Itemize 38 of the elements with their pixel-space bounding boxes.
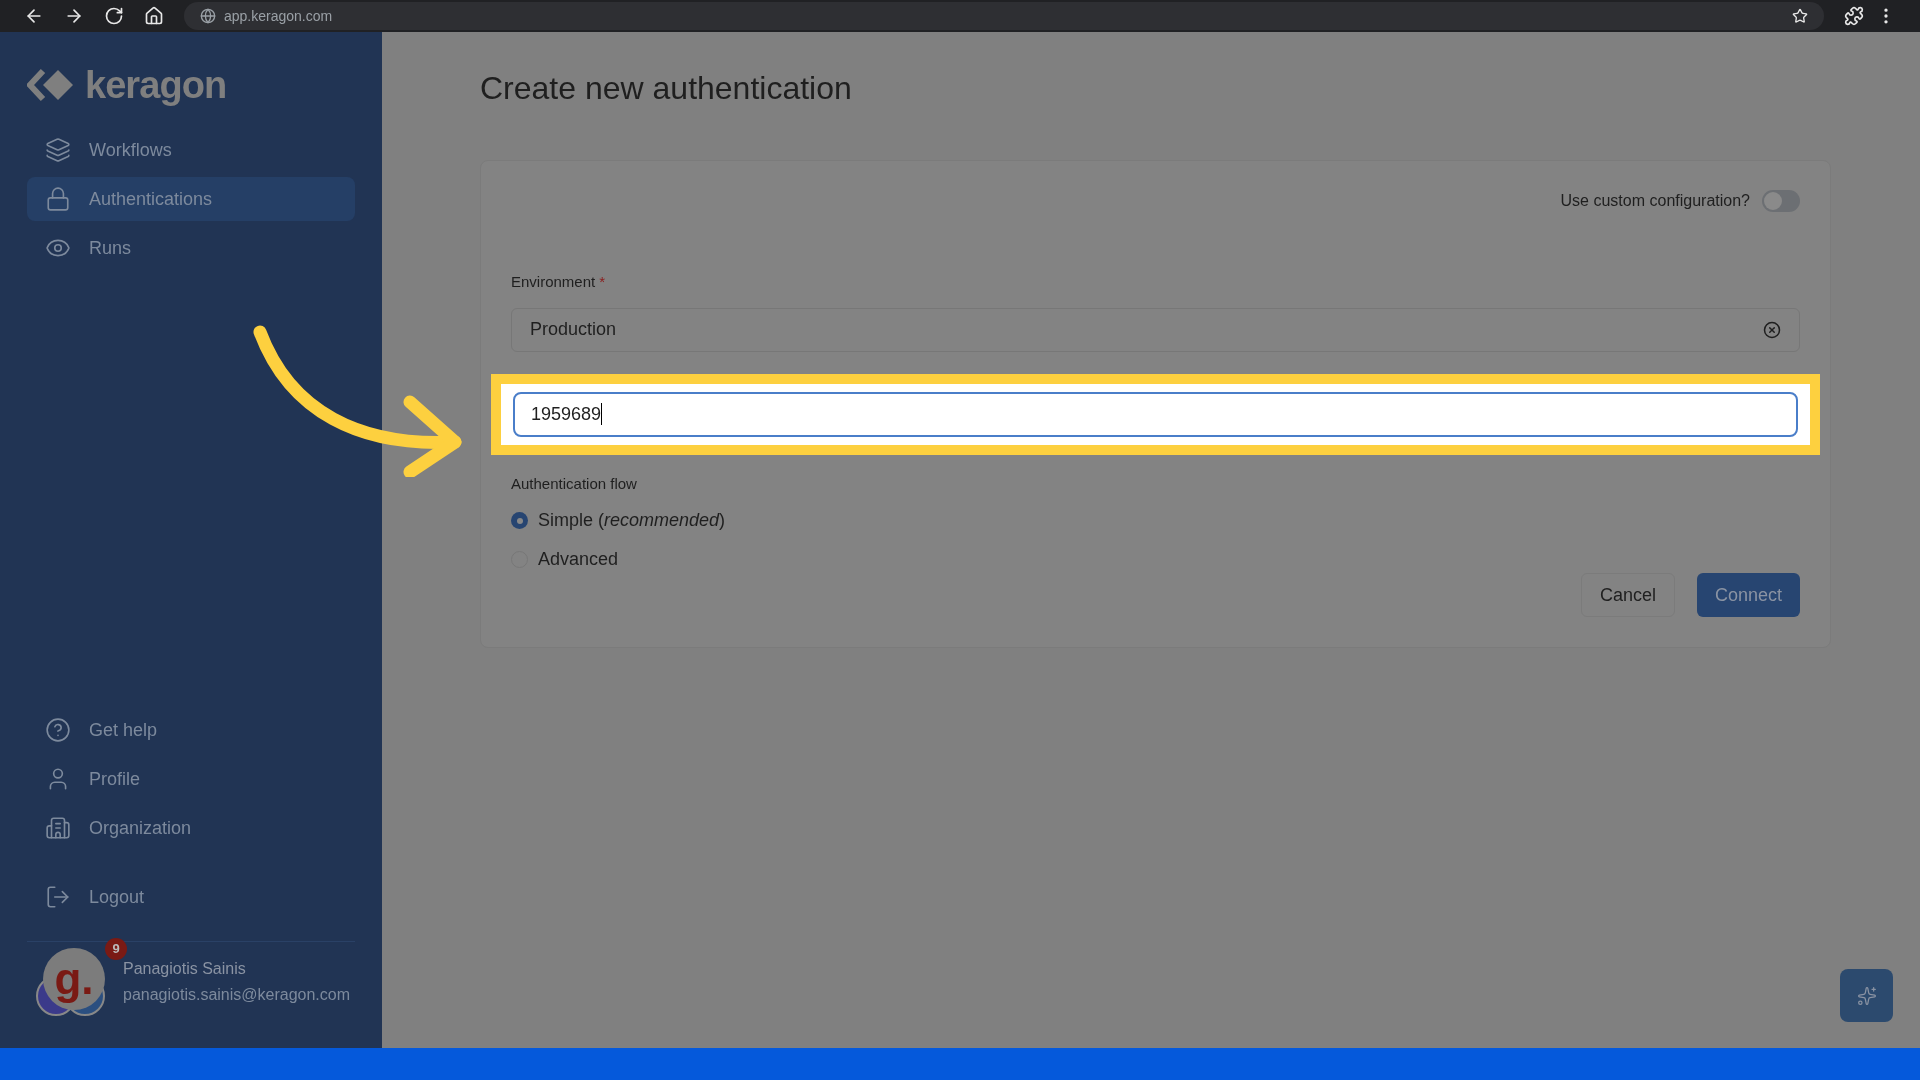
- user-name: Panagiotis Sainis: [123, 959, 247, 979]
- field-label: Authentication flow: [511, 473, 638, 494]
- notification-badge: 9: [105, 938, 127, 960]
- radio-button[interactable]: [511, 512, 528, 529]
- extensions-icon[interactable]: [1844, 6, 1864, 26]
- nav-icon: [45, 815, 71, 841]
- nav-item[interactable]: Profile: [27, 757, 355, 801]
- radio-option[interactable]: Advanced: [511, 546, 1800, 573]
- sparkles-icon: [1856, 985, 1877, 1006]
- nav-icon: [45, 137, 71, 163]
- address-bar[interactable]: app.keragon.com: [184, 2, 1824, 30]
- nav-item[interactable]: Runs: [27, 226, 355, 270]
- app-avatar[interactable]: g.: [43, 948, 105, 1010]
- home-icon[interactable]: [144, 6, 164, 26]
- toggle-label: Use custom configuration?: [1560, 191, 1750, 211]
- connect-button[interactable]: Connect: [1696, 573, 1800, 617]
- field-label: Environment: [511, 272, 596, 292]
- practice-id-field[interactable]: 1959689: [513, 391, 1798, 437]
- nav-item[interactable]: Organization: [27, 806, 355, 850]
- nav-icon: [45, 186, 71, 212]
- user-email: panagiotis.sainis@keragon.com: [123, 985, 351, 1005]
- cancel-button[interactable]: Cancel: [1580, 573, 1675, 617]
- page-title: Create new authentication: [480, 69, 853, 108]
- logo-text: keragon: [85, 66, 227, 104]
- nav-icon: [45, 717, 71, 743]
- nav-item[interactable]: Workflows: [27, 128, 355, 172]
- reload-icon[interactable]: [104, 6, 124, 26]
- logout-item[interactable]: Logout: [27, 875, 355, 919]
- nav-item[interactable]: Authentications: [27, 177, 355, 221]
- required-mark: *: [599, 272, 606, 292]
- environment-select[interactable]: Production: [511, 307, 1800, 352]
- nav-item[interactable]: Get help: [27, 708, 355, 752]
- logout-icon: [45, 884, 71, 910]
- radio-option[interactable]: Simple (recommended): [511, 507, 1800, 534]
- clear-icon[interactable]: [1763, 320, 1781, 339]
- globe-icon: [200, 8, 216, 24]
- star-icon[interactable]: [1792, 8, 1808, 24]
- toggle-switch[interactable]: [1762, 190, 1800, 212]
